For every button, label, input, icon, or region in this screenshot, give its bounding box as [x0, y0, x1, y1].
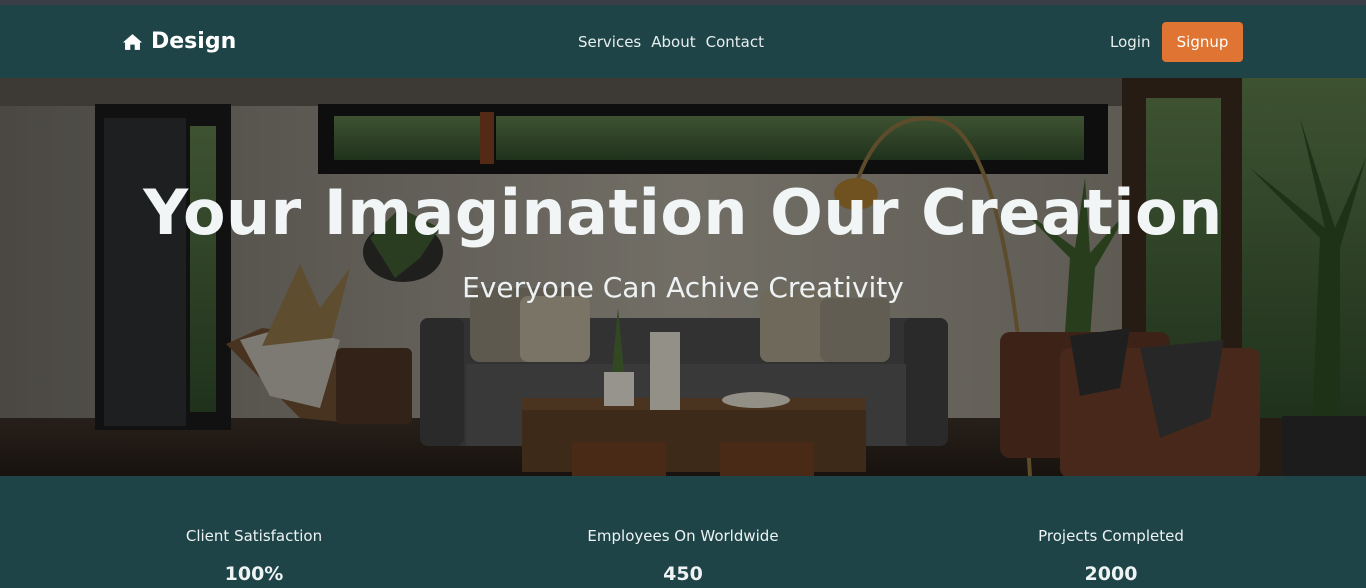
stat-value: 100%: [224, 563, 284, 585]
nav-link-about[interactable]: About: [651, 33, 695, 51]
nav-link-contact[interactable]: Contact: [706, 33, 764, 51]
stat-value: 450: [663, 563, 703, 585]
main-nav: Services About Contact: [578, 33, 764, 51]
stat-label: Projects Completed: [1038, 527, 1184, 545]
hero-title: Your Imagination Our Creation: [143, 176, 1223, 249]
brand-name: Design: [151, 29, 237, 54]
navbar: Design Services About Contact Login Sign…: [0, 5, 1366, 78]
nav-link-services[interactable]: Services: [578, 33, 641, 51]
stat-projects-completed: Projects Completed 2000: [961, 527, 1261, 585]
stat-client-satisfaction: Client Satisfaction 100%: [104, 527, 404, 585]
stat-label: Employees On Worldwide: [587, 527, 779, 545]
stat-value: 2000: [1084, 563, 1138, 585]
hero-subtitle: Everyone Can Achive Creativity: [462, 271, 904, 304]
stats-section: Client Satisfaction 100% Employees On Wo…: [0, 476, 1366, 588]
stat-employees: Employees On Worldwide 450: [533, 527, 833, 585]
hero-section: Your Imagination Our Creation Everyone C…: [0, 78, 1366, 476]
brand-logo[interactable]: Design: [122, 29, 236, 54]
stat-label: Client Satisfaction: [185, 527, 323, 545]
signup-button[interactable]: Signup: [1162, 22, 1243, 62]
login-link[interactable]: Login: [1110, 33, 1150, 51]
home-icon: [122, 33, 143, 50]
